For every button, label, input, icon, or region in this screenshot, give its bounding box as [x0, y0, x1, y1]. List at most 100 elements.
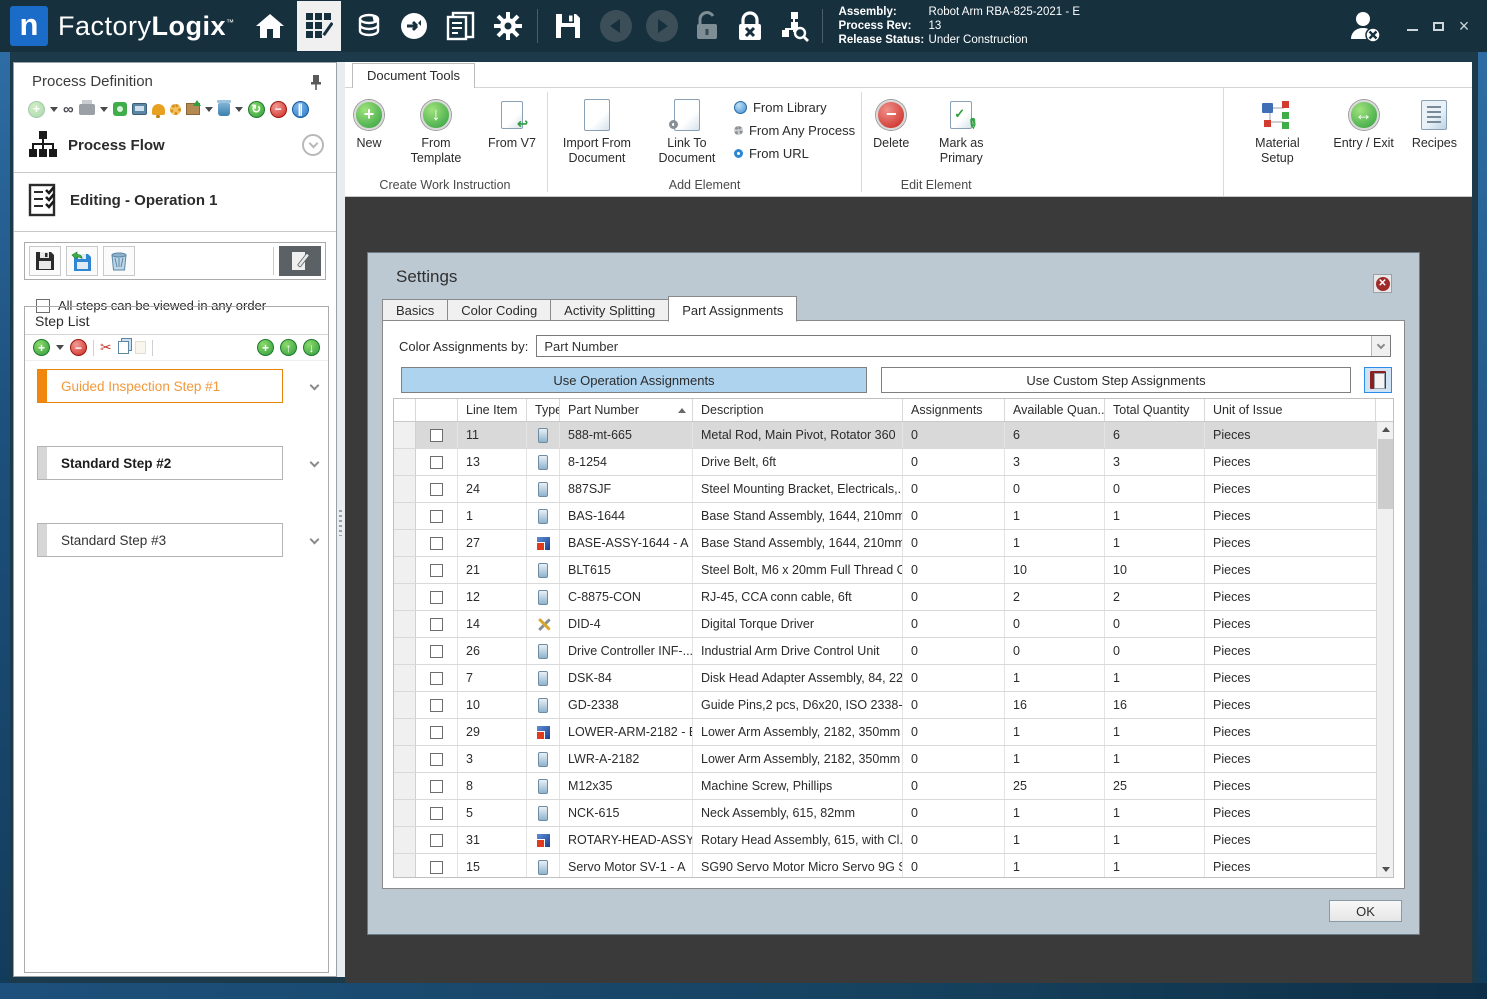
table-row[interactable]: 31 ROTARY-HEAD-ASSY... Rotary Head Assem… — [394, 827, 1376, 854]
header-unit[interactable]: Unit of Issue — [1205, 399, 1376, 421]
row-checkbox[interactable] — [430, 671, 443, 685]
table-row[interactable]: 1 BAS-1644 Base Stand Assembly, 1644, 21… — [394, 503, 1376, 530]
step-item[interactable]: Standard Step #3 — [37, 523, 320, 557]
maximize-icon[interactable] — [1425, 18, 1451, 35]
add-step-dropdown-icon[interactable] — [56, 345, 64, 350]
table-row[interactable]: 10 GD-2338 Guide Pins,2 pcs, D6x20, ISO … — [394, 692, 1376, 719]
scrollbar-thumb[interactable] — [1378, 439, 1393, 509]
tab-basics[interactable]: Basics — [382, 299, 448, 321]
table-row[interactable]: 29 LOWER-ARM-2182 - B Lower Arm Assembly… — [394, 719, 1376, 746]
step-expand-chevron-icon[interactable] — [309, 534, 320, 545]
save-icon[interactable] — [554, 12, 582, 40]
from-any-process-item[interactable]: From Any Process — [733, 119, 855, 141]
home-icon[interactable] — [255, 13, 285, 39]
header-assignments[interactable]: Assignments — [903, 399, 1005, 421]
ok-button[interactable]: OK — [1329, 900, 1402, 922]
table-row[interactable]: 14 DID-4 Digital Torque Driver 0 0 0 Pie… — [394, 611, 1376, 638]
color-assignments-select[interactable]: Part Number — [536, 335, 1391, 357]
header-available[interactable]: Available Quan... — [1005, 399, 1105, 421]
new-button[interactable]: + New — [349, 94, 389, 155]
scroll-up-icon[interactable] — [1377, 422, 1393, 437]
table-row[interactable]: 26 Drive Controller INF-... Industrial A… — [394, 638, 1376, 665]
table-row[interactable]: 11 588-mt-665 Metal Rod, Main Pivot, Rot… — [394, 422, 1376, 449]
delete-operation-button[interactable] — [103, 246, 135, 276]
row-checkbox[interactable] — [430, 806, 443, 820]
move-up-icon[interactable]: ↑ — [280, 339, 297, 356]
header-checkbox[interactable] — [416, 399, 458, 421]
remove-step-icon[interactable]: − — [70, 339, 87, 356]
row-checkbox[interactable] — [430, 833, 443, 847]
pin-icon[interactable] — [310, 74, 322, 90]
table-row[interactable]: 27 BASE-ASSY-1644 - A Base Stand Assembl… — [394, 530, 1376, 557]
tab-activity-splitting[interactable]: Activity Splitting — [550, 299, 669, 321]
row-checkbox[interactable] — [430, 725, 443, 739]
use-custom-step-assignments-button[interactable]: Use Custom Step Assignments — [881, 367, 1351, 393]
row-checkbox[interactable] — [430, 428, 443, 442]
row-checkbox[interactable] — [430, 644, 443, 658]
step-expand-chevron-icon[interactable] — [309, 380, 320, 391]
bell-icon[interactable] — [151, 103, 165, 118]
add-icon[interactable]: + — [28, 100, 45, 118]
recipes-button[interactable]: Recipes — [1407, 94, 1462, 155]
row-checkbox[interactable] — [430, 779, 443, 793]
row-checkbox[interactable] — [430, 590, 443, 604]
table-row[interactable]: 3 LWR-A-2182 Lower Arm Assembly, 2182, 3… — [394, 746, 1376, 773]
use-operation-assignments-button[interactable]: Use Operation Assignments — [401, 367, 867, 393]
materials-icon[interactable] — [355, 12, 383, 40]
deploy-package-icon[interactable] — [185, 100, 201, 115]
mark-as-primary-button[interactable]: ✓ ✎ Mark as Primary — [918, 94, 1004, 170]
move-down-icon[interactable]: ↓ — [303, 339, 320, 356]
row-checkbox[interactable] — [430, 563, 443, 577]
from-v7-button[interactable]: ↩ From V7 — [483, 94, 541, 155]
row-checkbox[interactable] — [430, 455, 443, 469]
save-operation-button[interactable] — [29, 246, 61, 276]
part-catalog-button[interactable] — [1364, 367, 1392, 393]
close-icon[interactable]: × — [1451, 16, 1477, 37]
delete-element-button[interactable]: − Delete — [868, 94, 914, 155]
import-from-document-button[interactable]: Import From Document — [554, 94, 640, 170]
print-dropdown-icon[interactable] — [99, 106, 108, 112]
paste-icon[interactable] — [134, 341, 146, 354]
combo-dropdown-icon[interactable] — [1371, 336, 1390, 356]
process-search-icon[interactable] — [778, 10, 810, 42]
tab-document-tools[interactable]: Document Tools — [352, 63, 475, 88]
print-icon[interactable] — [78, 99, 95, 115]
settings-gear-icon[interactable] — [493, 11, 523, 41]
dialog-close-button[interactable]: ✕ — [1373, 274, 1392, 293]
lock-close-icon[interactable] — [736, 11, 764, 41]
add-dropdown-icon[interactable] — [50, 106, 58, 112]
refresh-icon[interactable]: ↻ — [247, 100, 265, 118]
row-checkbox[interactable] — [430, 698, 443, 712]
sync-icon[interactable] — [399, 11, 429, 41]
from-template-button[interactable]: ↓ From Template — [393, 94, 479, 170]
row-checkbox[interactable] — [430, 752, 443, 766]
header-line-item[interactable]: Line Item — [458, 399, 527, 421]
row-checkbox[interactable] — [430, 860, 443, 874]
process-editor-icon[interactable] — [296, 1, 341, 51]
row-checkbox[interactable] — [430, 536, 443, 550]
deploy-dropdown-icon[interactable] — [204, 106, 213, 112]
table-row[interactable]: 12 C-8875-CON RJ-45, CCA conn cable, 6ft… — [394, 584, 1376, 611]
gear-icon[interactable] — [169, 103, 181, 115]
row-checkbox[interactable] — [430, 617, 443, 631]
pause-icon[interactable]: ∥ — [291, 100, 309, 118]
header-type[interactable]: Type — [527, 399, 560, 421]
process-flow-label[interactable]: Process Flow — [68, 137, 165, 154]
zoom-add-icon[interactable]: + — [257, 339, 274, 356]
scroll-down-icon[interactable] — [1377, 862, 1393, 877]
copy-icon[interactable] — [117, 341, 129, 354]
header-description[interactable]: Description — [693, 399, 903, 421]
binoculars-icon[interactable]: ∞ — [63, 101, 74, 118]
panel-splitter[interactable] — [337, 62, 345, 977]
table-row[interactable]: 24 887SJF Steel Mounting Bracket, Electr… — [394, 476, 1376, 503]
link-to-document-button[interactable]: Link To Document — [644, 94, 730, 170]
table-row[interactable]: 13 8-1254 Drive Belt, 6ft 0 3 3 Pieces — [394, 449, 1376, 476]
trash-icon[interactable] — [216, 99, 231, 116]
tab-part-assignments[interactable]: Part Assignments — [668, 296, 798, 322]
entry-exit-button[interactable]: ↔ Entry / Exit — [1328, 94, 1398, 155]
row-checkbox[interactable] — [430, 482, 443, 496]
table-row[interactable]: 8 M12x35 Machine Screw, Phillips 0 25 25… — [394, 773, 1376, 800]
header-total[interactable]: Total Quantity — [1105, 399, 1205, 421]
add-step-icon[interactable]: + — [33, 339, 50, 356]
trash-dropdown-icon[interactable] — [234, 106, 243, 112]
